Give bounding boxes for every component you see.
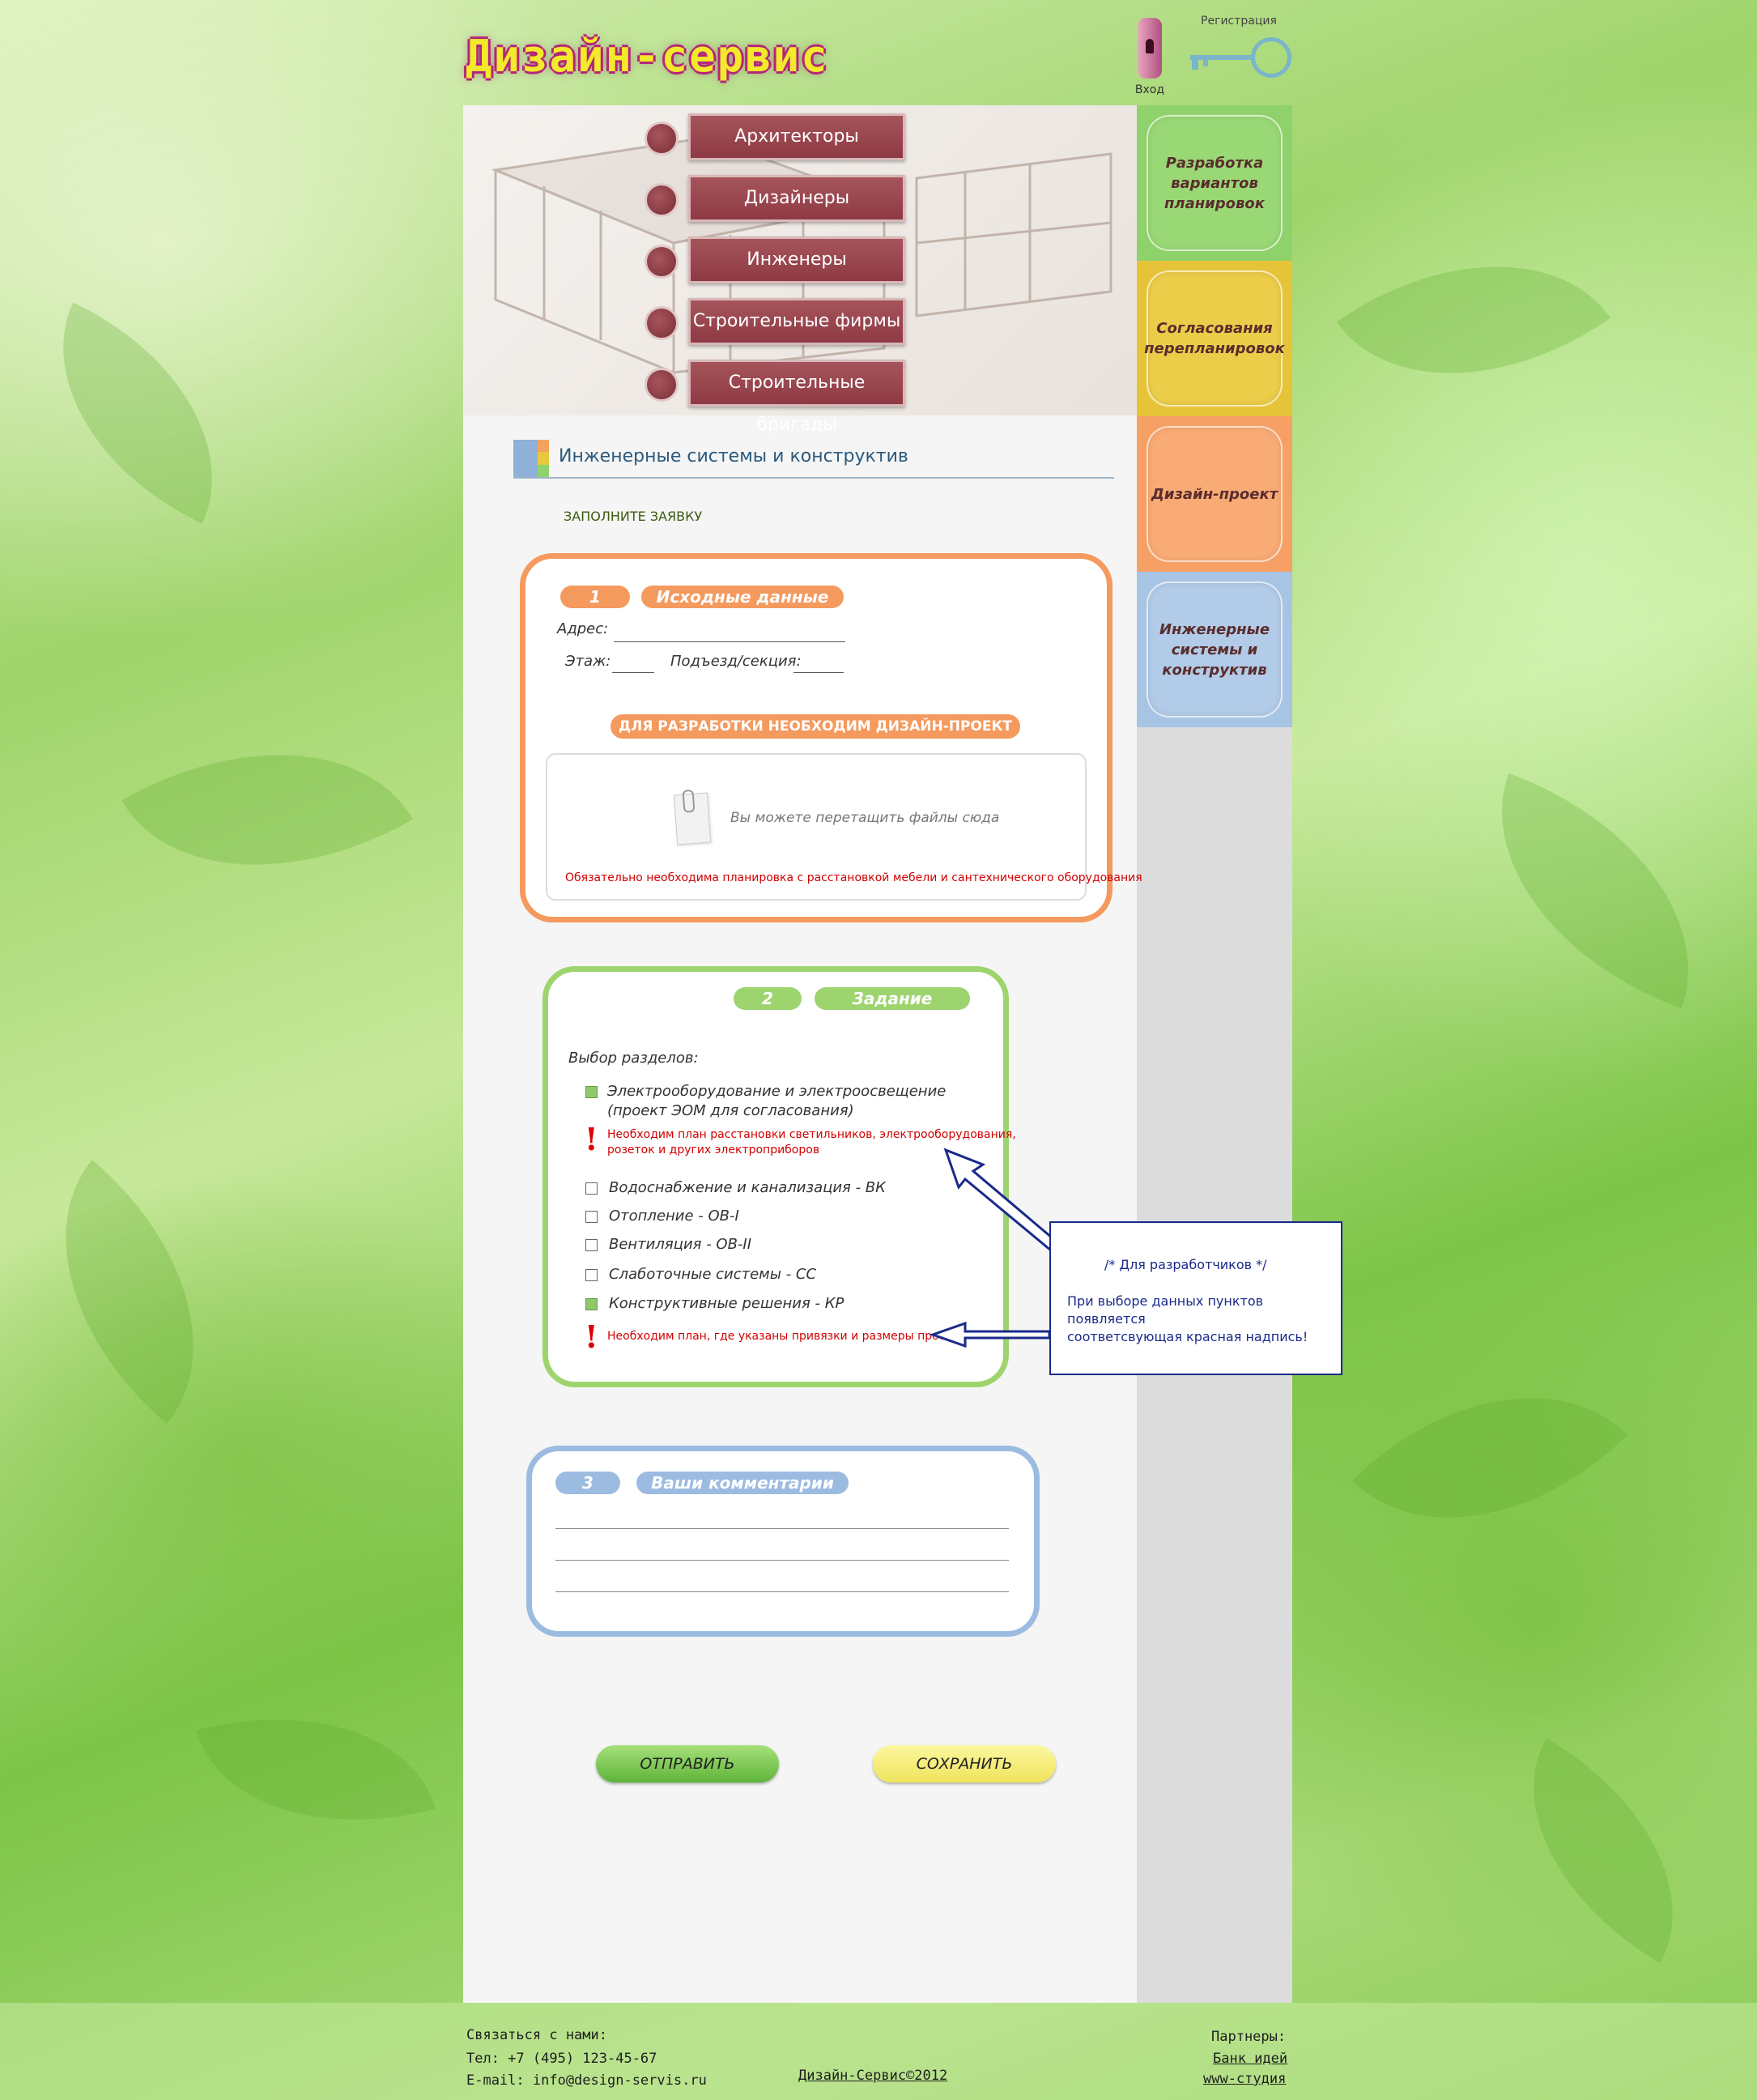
note-body: При выборе данных пунктов появляется соо… (1067, 1293, 1308, 1344)
tab-replanning-approval[interactable]: Согласования перепланировок (1137, 261, 1292, 416)
tab-label: Дизайн-проект (1147, 426, 1283, 562)
address-input[interactable] (614, 641, 845, 642)
footer (0, 2003, 1757, 2100)
footer-contact-heading: Связаться с нами: (466, 2027, 607, 2043)
tab-label: Инженерные системы и конструктив (1147, 581, 1283, 718)
nav-engineers[interactable]: Инженеры (688, 236, 905, 283)
key-icon (1182, 28, 1295, 78)
section-color-icon (513, 440, 549, 477)
developer-note: /* Для разработчиков */ При выборе данны… (1049, 1221, 1342, 1375)
page-title: Инженерные системы и конструктив (559, 446, 908, 466)
footer-partner-link[interactable]: Банк идей (1213, 2051, 1287, 2067)
register-link[interactable]: Регистрация (1182, 15, 1295, 78)
attachment-icon (673, 789, 712, 846)
tab-label: Согласования перепланировок (1144, 270, 1285, 407)
entrance-label: Подъезд/секция: (670, 653, 802, 670)
footer-phone: Тел: +7 (495) 123-45-67 (466, 2051, 657, 2067)
tab-layout-variants[interactable]: Разработка вариантов планировок (1137, 105, 1292, 261)
checkbox-ss[interactable] (585, 1269, 598, 1281)
kr-hint: Необходим план, где указаны привязки и р… (607, 1330, 968, 1343)
step2-title: Задание (815, 987, 970, 1010)
nav-bullet-icon (645, 121, 679, 155)
step2-number: 2 (734, 987, 802, 1010)
nav-designers[interactable]: Дизайнеры (688, 175, 905, 222)
design-project-required-banner: ДЛЯ РАЗРАБОТКИ НЕОБХОДИМ ДИЗАЙН-ПРОЕКТ (610, 714, 1020, 739)
checkbox-vk-label: Водоснабжение и канализация - ВК (609, 1179, 886, 1196)
step3-number: 3 (555, 1472, 620, 1494)
floor-label: Этаж: (565, 653, 611, 670)
checkbox-ov2[interactable] (585, 1239, 598, 1251)
login-label: Вход (1134, 83, 1165, 96)
send-button[interactable]: ОТПРАВИТЬ (596, 1745, 779, 1783)
nav-construction-firms[interactable]: Строительные фирмы (688, 298, 905, 345)
tab-design-project[interactable]: Дизайн-проект (1137, 416, 1292, 572)
warning-icon: ! (585, 1318, 598, 1355)
register-label: Регистрация (1201, 15, 1277, 28)
save-button[interactable]: СОХРАНИТЬ (873, 1745, 1056, 1783)
note-arrows (929, 1148, 1060, 1348)
footer-partners-heading: Партнеры: (1211, 2029, 1287, 2045)
tab-label: Разработка вариантов планировок (1147, 115, 1283, 251)
step3-title: Ваши комментарии (636, 1472, 849, 1494)
floor-input[interactable] (612, 672, 654, 673)
drop-zone-text: Вы можете перетащить файлы сюда (730, 810, 1000, 826)
checkbox-ov1-label: Отопление - ОВ-I (609, 1208, 739, 1225)
nav-bullet-icon (645, 368, 679, 402)
checkbox-eom-label: Электрооборудование и электроосвещение (… (607, 1083, 947, 1119)
footer-partner-link[interactable]: www-студия (1203, 2071, 1286, 2087)
checkbox-ov1[interactable] (585, 1211, 598, 1223)
nav-bullet-icon (645, 306, 679, 340)
footer-copyright[interactable]: Дизайн-Сервис©2012 (798, 2068, 947, 2084)
fill-request-label: ЗАПОЛНИТЕ ЗАЯВКУ (564, 509, 703, 524)
nav-construction-crews[interactable]: Строительные бригады (688, 360, 905, 435)
footer-email[interactable]: E-mail: info@design-servis.ru (466, 2072, 707, 2089)
step1-title: Исходные данные (641, 586, 844, 608)
checkbox-ov2-label: Вентиляция - ОВ-II (609, 1236, 752, 1253)
keyhole-icon (1138, 18, 1162, 79)
login-link[interactable]: Вход (1134, 18, 1166, 96)
warning-icon: ! (585, 1121, 598, 1157)
checkbox-kr[interactable] (585, 1298, 598, 1310)
nav-bullet-icon (645, 183, 679, 217)
layout-required-warning: Обязательно необходима планировка с расс… (565, 871, 1142, 884)
tab-engineering-systems[interactable]: Инженерные системы и конструктив (1137, 572, 1292, 727)
step1-number: 1 (560, 586, 630, 608)
site-logo[interactable]: Дизайн-сервис (466, 31, 829, 82)
address-label: Адрес: (557, 620, 609, 637)
choose-sections-label: Выбор разделов: (568, 1050, 699, 1067)
checkbox-vk[interactable] (585, 1182, 598, 1195)
nav-bullet-icon (645, 245, 679, 279)
checkbox-ss-label: Слаботочные системы - СС (609, 1266, 817, 1283)
note-heading: /* Для разработчиков */ (1104, 1257, 1267, 1272)
entrance-input[interactable] (793, 672, 844, 673)
title-divider (513, 477, 1114, 479)
checkbox-eom[interactable] (585, 1086, 598, 1098)
nav-architects[interactable]: Архитекторы (688, 113, 905, 160)
checkbox-kr-label: Конструктивные решения - КР (609, 1295, 844, 1312)
